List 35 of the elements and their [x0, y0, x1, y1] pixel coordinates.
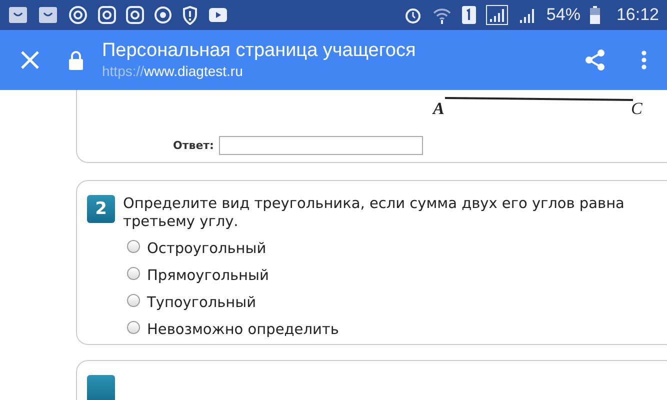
- radio-button[interactable]: [127, 266, 140, 280]
- option-label: Прямоугольный: [147, 266, 269, 286]
- battery-icon: [590, 6, 600, 24]
- wifi-icon: [432, 6, 452, 24]
- option-label: Тупоугольный: [147, 294, 256, 313]
- radio-button[interactable]: [127, 294, 140, 307]
- page-url: https://www.diagtest.ru: [102, 62, 244, 80]
- share-button[interactable]: [583, 48, 607, 72]
- triangle-base-drawing: A C: [430, 92, 646, 118]
- page-title: Персональная страница учащегося: [102, 40, 417, 62]
- radio-button[interactable]: [127, 320, 140, 334]
- question-number-badge: [87, 375, 115, 400]
- option-label: Остроугольный: [147, 240, 266, 259]
- battery-percent: 54%: [546, 5, 580, 25]
- answer-field[interactable]: [218, 136, 423, 155]
- camera-icon: [126, 6, 144, 24]
- question-text: Определите вид треугольника, если сумма двух его углов равна третьему углу.: [123, 194, 626, 231]
- circle-icon: [154, 6, 172, 24]
- alarm-icon: [404, 6, 422, 24]
- bag-icon: [38, 5, 58, 25]
- shield-icon: [182, 6, 198, 24]
- radio-button[interactable]: [127, 240, 140, 253]
- play-icon: [208, 7, 228, 23]
- close-button[interactable]: [20, 50, 40, 70]
- menu-button[interactable]: [641, 50, 647, 70]
- sim-icon: [462, 6, 476, 24]
- answer-label: Ответ:: [173, 139, 214, 152]
- option-label: Невозможно определить: [147, 320, 339, 340]
- question-number: 2: [87, 194, 115, 223]
- clock-time: 16:12: [616, 5, 659, 25]
- camera-icon: [98, 6, 116, 24]
- signal-icon: [486, 5, 508, 25]
- bag-icon: [8, 5, 28, 25]
- signal-icon: [518, 6, 536, 24]
- lock-icon: [68, 50, 84, 70]
